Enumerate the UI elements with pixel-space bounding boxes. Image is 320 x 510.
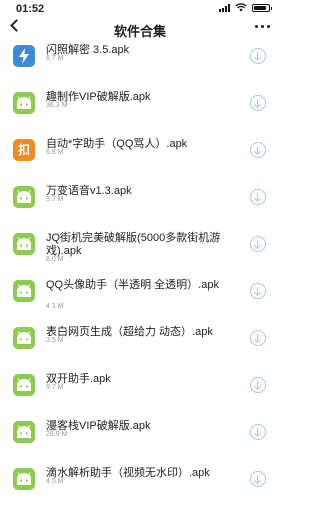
android-icon [13,233,35,255]
download-icon[interactable] [250,48,266,64]
download-icon[interactable] [250,424,266,440]
file-size: 8.0 M [46,256,64,263]
file-name: 自动*字助手（QQ骂人）.apk [46,138,188,150]
file-size: 3.5 M [46,337,64,344]
file-size: 28.9 M [46,431,68,438]
download-icon[interactable] [250,330,266,346]
list-item[interactable]: 扣自动*字助手（QQ骂人）.apk 6.8 M [0,134,280,181]
file-name: 表白网页生成（超给力 动态）.apk [46,326,213,338]
list-item[interactable]: 双开助手.apk 9.7 M [0,369,280,416]
android-icon [13,280,35,302]
battery-icon [252,3,272,12]
file-name: 双开助手.apk [46,373,111,385]
file-name: 闪照解密 3.5.apk [46,44,130,56]
file-size: 3.7 M [46,196,64,203]
list-item[interactable]: 滴水解析助手（视频无水印）.apk 4.5 M [0,463,280,510]
download-icon[interactable] [250,471,266,487]
file-name: 万变语音v1.3.apk [46,185,132,197]
list-item[interactable]: 表白网页生成（超给力 动态）.apk 3.5 M [0,322,280,369]
signal-icon [219,3,230,12]
download-icon[interactable] [250,283,266,299]
list-item[interactable]: QQ头像助手（半透明 全透明）.apk 4.1 M [0,275,280,322]
download-icon[interactable] [250,95,266,111]
list-item[interactable]: JQ街机完美破解版(5000多款街机游戏).apk 8.0 M [0,228,280,275]
download-icon[interactable] [250,377,266,393]
file-size: 9.7 M [46,384,64,391]
file-name: 趣制作VIP破解版.apk [46,91,151,103]
more-options-icon[interactable] [255,25,270,28]
flash-icon [13,45,35,67]
file-name: 滴水解析助手（视频无水印）.apk [46,467,210,479]
android-icon [13,374,35,396]
list-item[interactable]: 趣制作VIP破解版.apk 36.3 M [0,87,280,134]
list-item[interactable]: 万变语音v1.3.apk 3.7 M [0,181,280,228]
wifi-icon [235,3,247,12]
android-icon [13,186,35,208]
file-size: 36.3 M [46,102,68,109]
page-title: 软件合集 [113,24,166,39]
android-icon [13,421,35,443]
file-size: 4.5 M [46,478,64,485]
android-icon [13,92,35,114]
android-icon [13,327,35,349]
file-name: JQ街机完美破解版(5000多款街机游戏).apk [46,232,221,257]
status-bar: 01:52 [0,0,280,18]
status-icons [219,3,272,12]
file-size: 4.1 M [46,303,64,310]
list-item[interactable]: 闪照解密 3.5.apk 6.7 M [0,40,280,87]
download-icon[interactable] [250,189,266,205]
status-time: 01:52 [16,3,45,15]
android-icon [13,468,35,490]
list-item[interactable]: 漫客栈VIP破解版.apk 28.9 M [0,416,280,463]
nav-bar: 软件合集 [0,18,280,40]
download-icon[interactable] [250,142,266,158]
file-size: 6.7 M [46,55,64,62]
file-name: QQ头像助手（半透明 全透明）.apk [46,279,219,291]
download-icon[interactable] [250,236,266,252]
file-name: 漫客栈VIP破解版.apk [46,420,151,432]
helper-app-icon: 扣 [13,139,35,161]
file-size: 6.8 M [46,149,64,156]
